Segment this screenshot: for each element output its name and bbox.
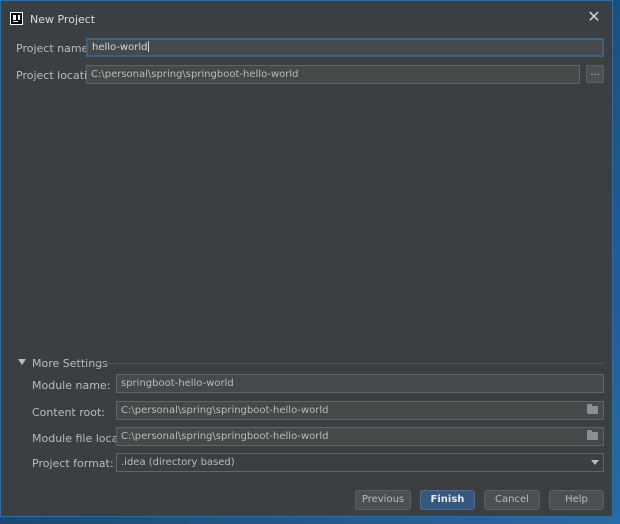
intellij-app-icon bbox=[10, 12, 23, 25]
project-format-select[interactable]: .idea (directory based) bbox=[116, 453, 604, 472]
new-project-dialog: New Project ✕ Project name: hello-world … bbox=[0, 0, 613, 517]
help-button[interactable]: Help bbox=[549, 490, 604, 510]
folder-icon[interactable] bbox=[587, 430, 598, 440]
project-name-label: Project name: bbox=[16, 42, 93, 55]
module-name-input[interactable]: springboot-hello-world bbox=[116, 374, 604, 393]
project-format-label: Project format: bbox=[32, 457, 114, 470]
project-location-value: C:\personal\spring\springboot-hello-worl… bbox=[91, 69, 299, 80]
chevron-down-icon bbox=[591, 460, 599, 465]
content-root-value: C:\personal\spring\springboot-hello-worl… bbox=[121, 405, 329, 416]
browse-location-button[interactable]: ... bbox=[586, 65, 604, 83]
folder-icon[interactable] bbox=[587, 404, 598, 414]
title-bar[interactable]: New Project ✕ bbox=[1, 1, 612, 34]
project-name-value: hello-world bbox=[92, 42, 148, 53]
project-location-input[interactable]: C:\personal\spring\springboot-hello-worl… bbox=[86, 65, 580, 84]
section-divider bbox=[95, 363, 604, 364]
module-file-location-value: C:\personal\spring\springboot-hello-worl… bbox=[121, 431, 329, 442]
project-name-input[interactable]: hello-world bbox=[86, 38, 604, 57]
close-icon[interactable]: ✕ bbox=[586, 9, 602, 25]
module-name-value: springboot-hello-world bbox=[121, 378, 234, 389]
project-format-value: .idea (directory based) bbox=[121, 457, 235, 468]
module-file-location-input[interactable]: C:\personal\spring\springboot-hello-worl… bbox=[116, 427, 604, 446]
module-name-label: Module name: bbox=[32, 379, 111, 392]
text-caret bbox=[147, 41, 149, 52]
collapse-triangle-icon[interactable] bbox=[18, 359, 26, 365]
cancel-button[interactable]: Cancel bbox=[484, 490, 540, 510]
content-root-label: Content root: bbox=[32, 406, 106, 419]
previous-button[interactable]: Previous bbox=[355, 490, 411, 510]
finish-button[interactable]: Finish bbox=[420, 490, 475, 510]
content-root-input[interactable]: C:\personal\spring\springboot-hello-worl… bbox=[116, 401, 604, 420]
dialog-title: New Project bbox=[30, 13, 96, 26]
